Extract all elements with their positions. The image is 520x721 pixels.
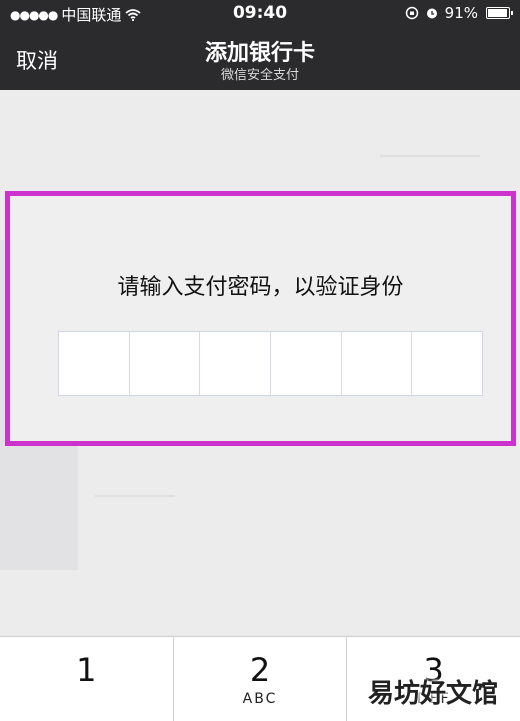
page-title: 添加银行卡: [204, 41, 315, 66]
page-subtitle: 微信安全支付: [220, 68, 299, 83]
key-digit: 1: [76, 651, 97, 689]
watermark-logo: 易坊好文馆: [367, 679, 498, 709]
password-prompt: 请输入支付密码，以验证身份: [117, 275, 404, 300]
alarm-icon: [426, 8, 437, 19]
password-dialog: 请输入支付密码，以验证身份: [5, 191, 516, 446]
key-digit: 2: [249, 651, 271, 689]
pin-cell-2[interactable]: [130, 332, 201, 395]
divider: [380, 155, 480, 157]
status-right: 91%: [405, 4, 513, 22]
key-1[interactable]: 1: [0, 637, 174, 721]
pin-cell-4[interactable]: [271, 332, 342, 395]
navigation-bar: 取消 添加银行卡 微信安全支付: [0, 26, 520, 90]
rotation-lock-icon: [405, 6, 418, 20]
battery-icon: [486, 7, 513, 19]
pin-cell-6[interactable]: [412, 332, 482, 395]
battery-percent: 91%: [444, 4, 478, 22]
status-bar: ●●●●● 中国联通 09:40 91%: [0, 0, 520, 26]
key-letters: ABC: [242, 691, 278, 707]
pin-cell-5[interactable]: [342, 332, 413, 395]
pin-cell-1[interactable]: [59, 332, 130, 395]
password-input[interactable]: [58, 331, 483, 396]
key-2[interactable]: 2 ABC: [174, 637, 348, 721]
pin-cell-3[interactable]: [200, 332, 272, 395]
divider: [95, 495, 175, 497]
